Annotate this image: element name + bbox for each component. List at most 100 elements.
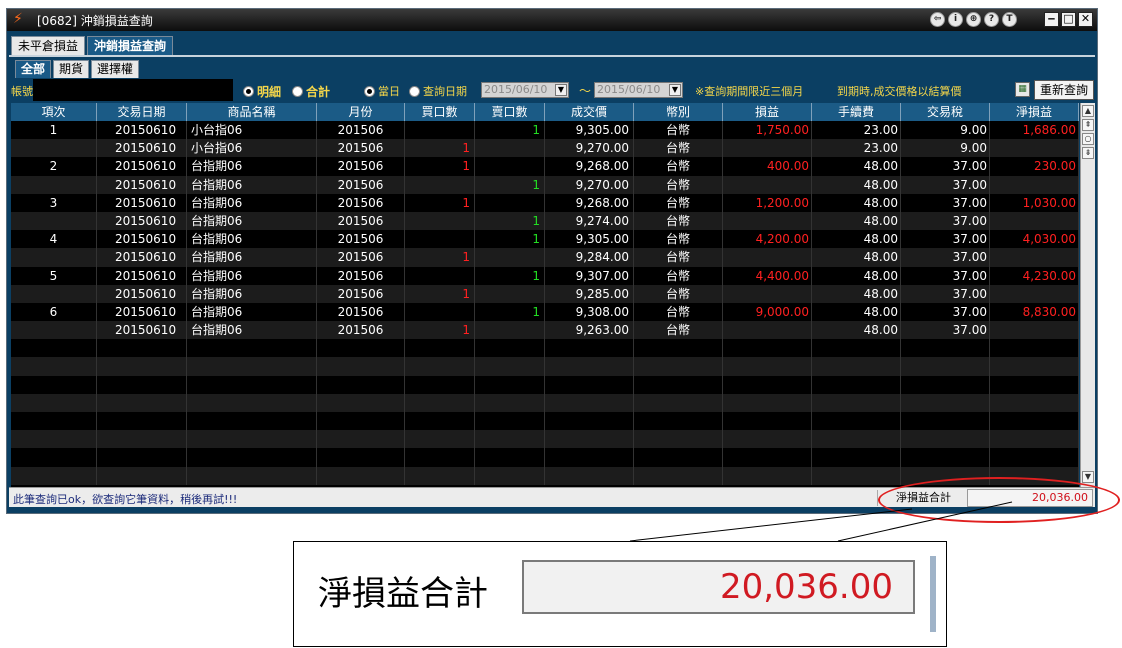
col-trade-date-header[interactable]: 交易日期 bbox=[97, 103, 187, 121]
table-row[interactable] bbox=[11, 430, 1079, 449]
scroll-bottom-icon[interactable]: ⇟ bbox=[1082, 147, 1094, 159]
col-index-cell bbox=[11, 248, 97, 267]
table-row[interactable] bbox=[11, 339, 1079, 358]
col-price-cell: 9,263.00 bbox=[545, 321, 634, 340]
col-fee-cell: 48.00 bbox=[812, 284, 901, 303]
col-product-cell: 台指期06 bbox=[187, 211, 317, 231]
table-row[interactable]: 20150610 台指期06 201506 1 9,263.00 台幣 48.00 37.00 bbox=[11, 321, 1079, 340]
table-row[interactable] bbox=[11, 375, 1079, 394]
table-row[interactable]: 3 20150610 台指期06 201506 1 9,268.00 台幣 1,200.00 4… bbox=[11, 193, 1079, 212]
col-currency-header[interactable]: 幣別 bbox=[634, 103, 723, 121]
radio-detail[interactable]: 明細 bbox=[243, 83, 281, 100]
table-row[interactable]: 20150610 小台指06 201506 1 9,270.00 台幣 23.00 9.00 bbox=[11, 139, 1079, 158]
col-month-cell bbox=[317, 466, 405, 485]
col-index-cell bbox=[11, 466, 97, 485]
table-row[interactable]: 4 20150610 台指期06 201506 1 9,305.00 台幣 4,200.00 4… bbox=[11, 230, 1079, 249]
col-net-pnl-cell bbox=[990, 375, 1079, 394]
export-icon[interactable]: ▦ bbox=[1015, 82, 1030, 97]
table-row[interactable]: 6 20150610 台指期06 201506 1 9,308.00 台幣 9,000.00 4… bbox=[11, 302, 1079, 322]
tab-all[interactable]: 全部 bbox=[15, 60, 52, 78]
table-row[interactable] bbox=[11, 357, 1079, 376]
tab-open-position-pnl[interactable]: 未平倉損益 bbox=[11, 36, 86, 56]
table-row[interactable] bbox=[11, 448, 1079, 467]
minimize-button[interactable]: ‒ bbox=[1044, 12, 1059, 27]
vertical-scrollbar[interactable]: ▲ ⇞ ○ ⇟ ▼ bbox=[1080, 103, 1095, 487]
scroll-center-icon[interactable]: ○ bbox=[1082, 133, 1094, 145]
dropdown-arrow-icon[interactable]: ▼ bbox=[669, 84, 681, 96]
scroll-down-icon[interactable]: ▼ bbox=[1082, 471, 1094, 483]
table-row[interactable]: 20150610 台指期06 201506 1 9,270.00 台幣 48.00 37.00 bbox=[11, 175, 1079, 194]
radio-query-date[interactable]: 查詢日期 bbox=[409, 83, 467, 99]
col-product-header[interactable]: 商品名稱 bbox=[187, 103, 317, 121]
back-icon[interactable]: ⇦ bbox=[930, 12, 945, 27]
col-index-cell bbox=[11, 375, 97, 394]
col-price-cell bbox=[545, 393, 634, 412]
col-sell-qty-cell: 1 bbox=[475, 175, 545, 194]
col-month-cell bbox=[317, 412, 405, 431]
radio-total[interactable]: 合計 bbox=[292, 83, 330, 100]
table-row[interactable]: 5 20150610 台指期06 201506 1 9,307.00 台幣 4,400.00 4… bbox=[11, 266, 1079, 285]
tab-offset-pnl-query[interactable]: 沖銷損益查詢 bbox=[87, 36, 174, 56]
account-select[interactable] bbox=[33, 79, 233, 101]
col-sell-qty-cell: 1 bbox=[475, 121, 545, 140]
table-row[interactable]: 1 20150610 小台指06 201506 1 9,305.00 台幣 1,750.00 2… bbox=[11, 121, 1079, 140]
col-net-pnl-cell bbox=[990, 357, 1079, 376]
col-sell-qty-header[interactable]: 賣口數 bbox=[475, 103, 545, 121]
col-trade-date-cell: 20150610 bbox=[97, 266, 187, 285]
col-index-cell bbox=[11, 357, 97, 376]
tab-options[interactable]: 選擇權 bbox=[91, 60, 140, 78]
col-tax-header[interactable]: 交易稅 bbox=[901, 103, 990, 121]
table-row[interactable] bbox=[11, 412, 1079, 431]
col-month-header[interactable]: 月份 bbox=[317, 103, 405, 121]
scroll-up-icon[interactable]: ▲ bbox=[1082, 105, 1094, 117]
col-month-cell bbox=[317, 339, 405, 358]
col-trade-date-cell: 20150610 bbox=[97, 193, 187, 212]
col-trade-date-cell: 20150610 bbox=[97, 175, 187, 194]
topmost-icon[interactable]: T bbox=[1002, 12, 1017, 27]
tab-futures[interactable]: 期貨 bbox=[53, 60, 90, 78]
date-to-field[interactable]: 2015/06/10 ▼ bbox=[594, 82, 683, 98]
account-label: 帳號 bbox=[11, 85, 33, 98]
col-price-header[interactable]: 成交價 bbox=[545, 103, 634, 121]
col-index-cell bbox=[11, 321, 97, 340]
col-trade-date-cell bbox=[97, 357, 187, 376]
col-tax-cell bbox=[901, 430, 990, 449]
col-product-cell: 台指期06 bbox=[187, 321, 317, 340]
dropdown-arrow-icon[interactable]: ▼ bbox=[555, 84, 567, 96]
requery-button[interactable]: 重新查詢 bbox=[1034, 80, 1094, 100]
col-fee-header[interactable]: 手續費 bbox=[812, 103, 901, 121]
scroll-top-icon[interactable]: ⇞ bbox=[1082, 119, 1094, 131]
col-buy-qty-header[interactable]: 買口數 bbox=[405, 103, 475, 121]
col-pnl-header[interactable]: 損益 bbox=[723, 103, 812, 121]
col-pnl-cell bbox=[723, 412, 812, 431]
radio-today-label: 當日 bbox=[378, 85, 400, 98]
col-tax-cell: 37.00 bbox=[901, 157, 990, 176]
info-icon[interactable]: i bbox=[948, 12, 963, 27]
table-row[interactable]: 20150610 台指期06 201506 1 9,285.00 台幣 48.00 37.00 bbox=[11, 284, 1079, 303]
col-net-pnl-cell: 230.00 bbox=[990, 157, 1079, 176]
col-currency-cell bbox=[634, 339, 723, 358]
help-icon[interactable]: ? bbox=[984, 12, 999, 27]
radio-today[interactable]: 當日 bbox=[364, 83, 400, 99]
print-icon[interactable]: ⊕ bbox=[966, 12, 981, 27]
zoom-scrollbar-edge bbox=[930, 556, 936, 632]
col-pnl-cell bbox=[723, 448, 812, 467]
maximize-button[interactable]: □ bbox=[1061, 12, 1076, 27]
table-row[interactable]: 20150610 台指期06 201506 1 9,284.00 台幣 48.00 37.00 bbox=[11, 248, 1079, 267]
table-row[interactable] bbox=[11, 393, 1079, 412]
col-buy-qty-cell bbox=[405, 121, 475, 140]
col-net-pnl-header[interactable]: 淨損益 bbox=[990, 103, 1079, 121]
table-row[interactable]: 20150610 台指期06 201506 1 9,274.00 台幣 48.00 37.00 bbox=[11, 211, 1079, 231]
col-buy-qty-cell: 1 bbox=[405, 248, 475, 267]
col-index-header[interactable]: 項次 bbox=[11, 103, 97, 121]
table-row[interactable]: 2 20150610 台指期06 201506 1 9,268.00 台幣 400.00 48.… bbox=[11, 157, 1079, 176]
sub-tabs: 全部 期貨 選擇權 bbox=[15, 60, 140, 78]
col-net-pnl-cell bbox=[990, 412, 1079, 431]
col-month-cell bbox=[317, 448, 405, 467]
zoom-value: 20,036.00 bbox=[522, 560, 915, 614]
col-buy-qty-cell: 1 bbox=[405, 284, 475, 303]
close-button[interactable]: ✕ bbox=[1078, 12, 1093, 27]
col-net-pnl-cell bbox=[990, 393, 1079, 412]
col-fee-cell bbox=[812, 375, 901, 394]
date-from-field[interactable]: 2015/06/10 ▼ bbox=[481, 82, 569, 98]
